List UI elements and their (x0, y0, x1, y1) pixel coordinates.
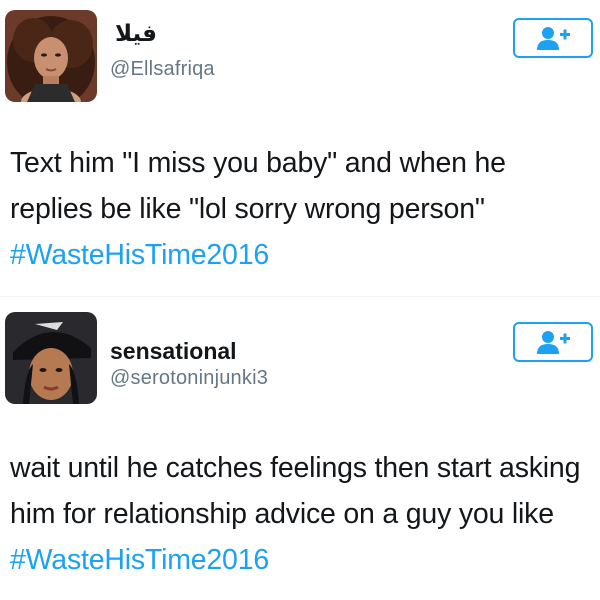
tweet-text: wait until he catches feelings then star… (10, 445, 595, 583)
follow-button[interactable] (513, 18, 593, 58)
display-name[interactable]: فيلا (115, 20, 157, 47)
follow-button[interactable] (513, 322, 593, 362)
avatar[interactable] (5, 10, 97, 102)
display-name[interactable]: sensational (110, 338, 237, 365)
divider (0, 296, 600, 297)
tweet: فيلا @Ellsafriqa Text him "I miss you ba… (0, 0, 600, 292)
avatar[interactable] (5, 312, 97, 404)
tweet: sensational @serotoninjunki3 wait until … (0, 300, 600, 600)
hashtag-link[interactable]: #WasteHisTime2016 (10, 544, 269, 576)
add-user-icon (537, 331, 570, 354)
tweet-text: Text him "I miss you baby" and when he r… (10, 140, 595, 278)
add-user-icon (537, 27, 570, 50)
user-handle[interactable]: @Ellsafriqa (110, 58, 215, 81)
tweet-text-body: wait until he catches feelings then star… (10, 452, 581, 530)
hashtag-link[interactable]: #WasteHisTime2016 (10, 239, 269, 271)
user-handle[interactable]: @serotoninjunki3 (110, 367, 268, 390)
tweet-text-body: Text him "I miss you baby" and when he r… (10, 147, 506, 225)
